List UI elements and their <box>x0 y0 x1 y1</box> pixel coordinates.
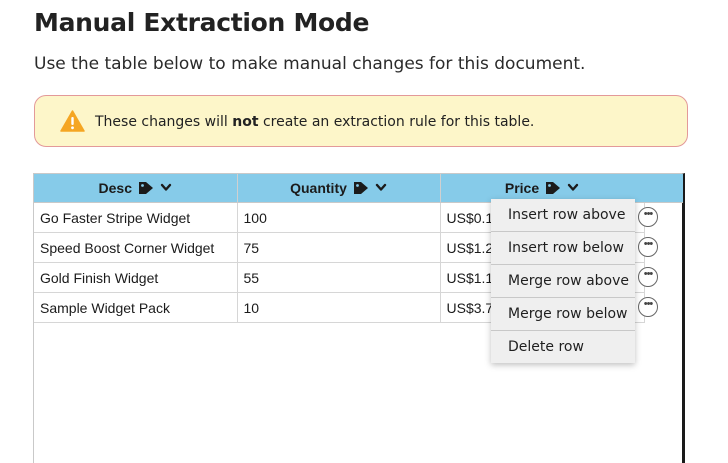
cell-quantity[interactable]: 75 <box>237 232 441 263</box>
menu-item-merge-row-above[interactable]: Merge row above <box>491 265 635 298</box>
ellipsis-circle-icon: ••• <box>643 268 654 280</box>
ellipsis-circle-icon: ••• <box>643 298 654 310</box>
tag-icon[interactable] <box>138 181 154 195</box>
row-menu-button[interactable]: ••• <box>638 237 658 257</box>
column-header-label: Desc <box>98 180 132 196</box>
ellipsis-circle-icon: ••• <box>643 238 654 250</box>
tag-icon[interactable] <box>353 181 369 195</box>
warning-message: These changes will not create an extract… <box>95 114 535 130</box>
column-header-quantity[interactable]: Quantity <box>237 174 441 203</box>
chevron-down-icon[interactable] <box>567 183 579 193</box>
chevron-down-icon[interactable] <box>160 183 172 193</box>
chevron-down-icon[interactable] <box>375 183 387 193</box>
cell-desc[interactable]: Sample Widget Pack <box>34 292 238 323</box>
menu-item-insert-row-below[interactable]: Insert row below <box>491 232 635 265</box>
page-subtitle: Use the table below to make manual chang… <box>34 54 586 74</box>
column-header-label: Quantity <box>290 180 347 196</box>
cell-quantity[interactable]: 10 <box>237 292 441 323</box>
menu-item-merge-row-below[interactable]: Merge row below <box>491 298 635 331</box>
warning-banner: These changes will not create an extract… <box>34 95 688 147</box>
cell-quantity[interactable]: 55 <box>237 262 441 293</box>
menu-item-insert-row-above[interactable]: Insert row above <box>491 199 635 232</box>
row-menu-button[interactable]: ••• <box>638 207 658 227</box>
column-header-label: Price <box>504 180 540 196</box>
warning-emphasis: not <box>232 114 259 130</box>
column-header-desc[interactable]: Desc <box>34 174 238 203</box>
ellipsis-circle-icon: ••• <box>643 208 654 220</box>
menu-item-delete-row[interactable]: Delete row <box>491 331 635 363</box>
cell-desc[interactable]: Gold Finish Widget <box>34 262 238 293</box>
warning-triangle-icon <box>60 110 85 132</box>
tag-icon[interactable] <box>545 181 561 195</box>
row-menu-button[interactable]: ••• <box>638 297 658 317</box>
row-menu-button[interactable]: ••• <box>638 267 658 287</box>
cell-desc[interactable]: Go Faster Stripe Widget <box>34 202 238 233</box>
page-title: Manual Extraction Mode <box>34 8 370 37</box>
table-header-extra <box>644 174 683 203</box>
cell-desc[interactable]: Speed Boost Corner Widget <box>34 232 238 263</box>
cell-quantity[interactable]: 100 <box>237 202 441 233</box>
row-context-menu: Insert row above Insert row below Merge … <box>491 199 635 363</box>
